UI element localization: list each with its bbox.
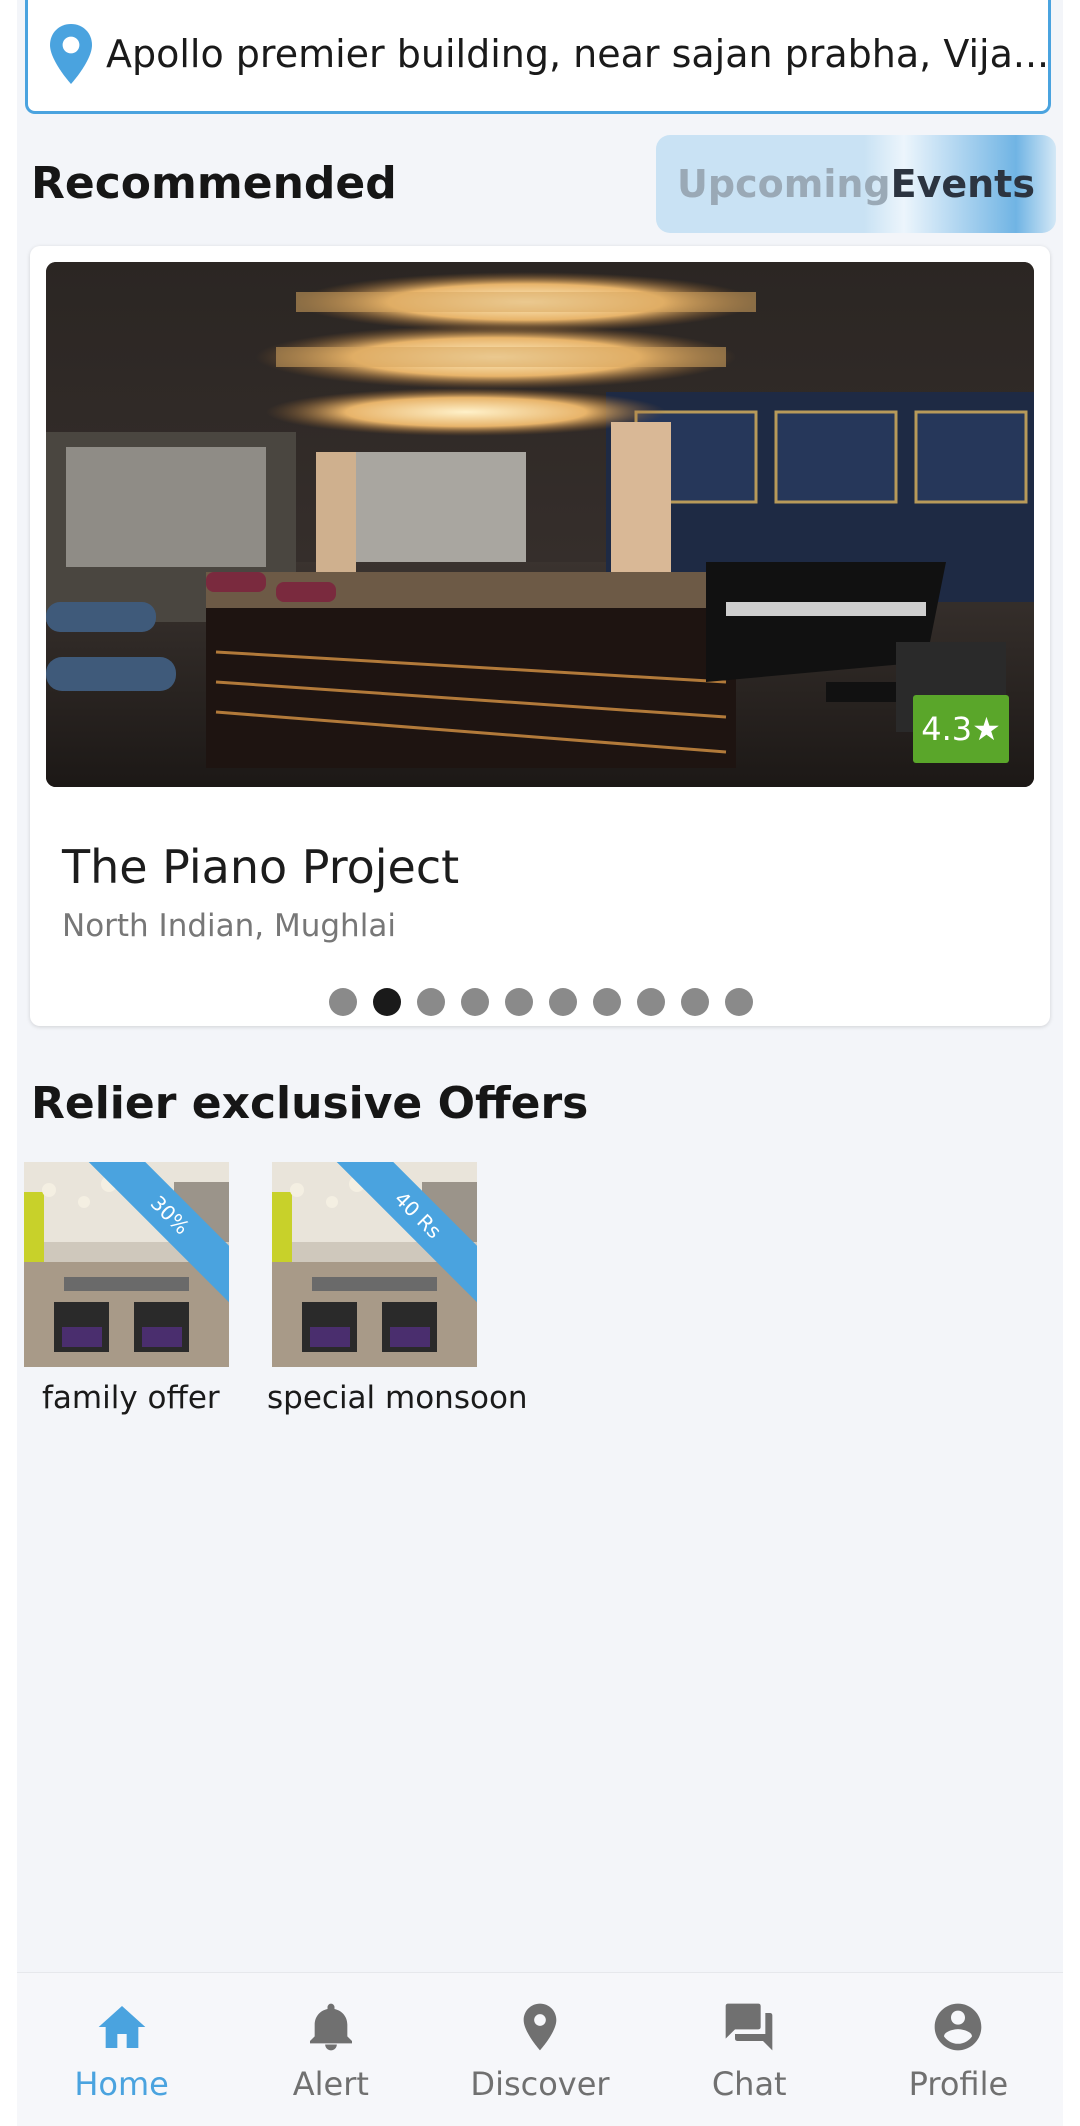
rating-badge: 4.3★	[913, 695, 1009, 763]
carousel-dot[interactable]	[681, 988, 709, 1016]
carousel-dot[interactable]	[637, 988, 665, 1016]
account-icon	[935, 2003, 982, 2051]
carousel-dot[interactable]	[593, 988, 621, 1016]
offer-card-family[interactable]: 30% family offer	[24, 1162, 284, 1432]
carousel-pagination-dots	[30, 988, 1050, 1016]
nav-item-home[interactable]: Home	[17, 1973, 226, 2126]
nav-label-discover: Discover	[470, 2065, 610, 2103]
recommended-heading: Recommended	[31, 158, 397, 209]
offer-title: special monsoon	[267, 1380, 528, 1416]
recommended-restaurant-card[interactable]: 4.3★ The Piano Project North Indian, Mug…	[30, 246, 1050, 1026]
home-icon	[98, 2006, 145, 2048]
restaurant-interior-illustration	[46, 262, 1034, 787]
upcoming-events-label-part1: Upcoming	[677, 162, 891, 206]
nav-label-alert: Alert	[292, 2065, 369, 2103]
nav-label-home: Home	[74, 2065, 169, 2103]
carousel-dot[interactable]	[725, 988, 753, 1016]
app-screen: Apollo premier building, near sajan prab…	[17, 0, 1063, 2126]
upcoming-events-button[interactable]: Upcoming Events	[656, 135, 1056, 233]
chat-icon	[725, 2003, 773, 2051]
bell-icon	[309, 2003, 352, 2051]
offers-heading: Relier exclusive Offers	[31, 1078, 589, 1129]
nav-item-chat[interactable]: Chat	[645, 1973, 854, 2126]
offer-card-monsoon[interactable]: 40 Rs special monsoon	[267, 1162, 530, 1432]
offer-image[interactable]: 30%	[24, 1162, 229, 1367]
restaurant-name: The Piano Project	[62, 840, 460, 894]
carousel-dot[interactable]	[373, 988, 401, 1016]
carousel-dot[interactable]	[329, 988, 357, 1016]
nav-item-profile[interactable]: Profile	[854, 1973, 1063, 2126]
location-pin-icon	[50, 23, 92, 84]
restaurant-cuisine: North Indian, Mughlai	[62, 908, 396, 944]
location-bar[interactable]: Apollo premier building, near sajan prab…	[25, 0, 1051, 114]
nav-label-chat: Chat	[711, 2065, 787, 2103]
offer-title: family offer	[42, 1380, 220, 1416]
carousel-dot[interactable]	[461, 988, 489, 1016]
upcoming-events-label-part2: Events	[890, 162, 1035, 206]
location-pin-icon	[523, 2003, 557, 2051]
carousel-dot[interactable]	[549, 988, 577, 1016]
offer-image[interactable]: 40 Rs	[272, 1162, 477, 1367]
carousel-dot[interactable]	[505, 988, 533, 1016]
location-address: Apollo premier building, near sajan prab…	[106, 31, 1048, 76]
carousel-dot[interactable]	[417, 988, 445, 1016]
bottom-navigation: Home Alert Discover Chat Profile	[17, 1972, 1063, 2126]
restaurant-image[interactable]: 4.3★	[46, 262, 1034, 787]
nav-item-alert[interactable]: Alert	[226, 1973, 435, 2126]
nav-item-discover[interactable]: Discover	[435, 1973, 644, 2126]
nav-label-profile: Profile	[908, 2065, 1009, 2103]
